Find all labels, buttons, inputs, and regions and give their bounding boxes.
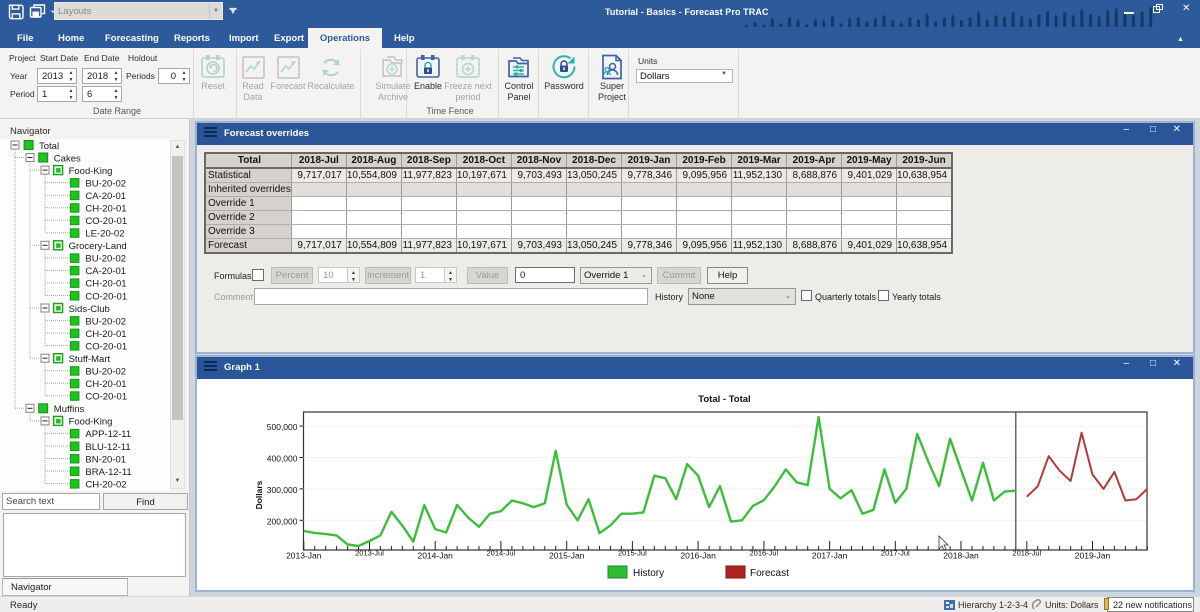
svg-text:500,000: 500,000 [267,422,298,432]
svg-text:2013-Jan: 2013-Jan [286,551,322,561]
svg-text:Forecast: Forecast [750,568,789,579]
svg-text:Food-King: Food-King [69,166,113,177]
svg-text:300,000: 300,000 [267,485,298,495]
svg-text:Dollars: Dollars [254,480,264,509]
svg-text:Total - Total: Total - Total [698,394,750,405]
svg-text:BLU-12-11: BLU-12-11 [85,442,130,453]
svg-text:2015-Jan: 2015-Jan [549,551,585,561]
svg-text:2014-Jan: 2014-Jan [417,551,453,561]
svg-text:2017-Jul: 2017-Jul [881,549,910,558]
svg-text:CO-20-01: CO-20-01 [85,341,127,352]
svg-text:CO-20-01: CO-20-01 [85,291,127,302]
svg-text:Sids-Club: Sids-Club [69,304,110,315]
svg-text:APP-12-11: APP-12-11 [85,429,131,440]
svg-text:Cakes: Cakes [54,153,81,164]
svg-text:400,000: 400,000 [267,454,298,464]
svg-text:2015-Jul: 2015-Jul [618,549,647,558]
svg-text:2016-Jul: 2016-Jul [750,549,779,558]
svg-text:CH-20-01: CH-20-01 [85,379,126,390]
svg-text:BU-20-02: BU-20-02 [85,178,126,189]
svg-text:CO-20-01: CO-20-01 [85,216,127,227]
svg-text:CH-20-01: CH-20-01 [85,329,126,340]
svg-text:CO-20-01: CO-20-01 [85,392,127,403]
svg-text:2016-Jan: 2016-Jan [680,551,716,561]
svg-text:CA-20-01: CA-20-01 [85,266,126,277]
svg-text:Stuff-Mart: Stuff-Mart [69,354,111,365]
svg-text:CA-20-01: CA-20-01 [85,191,126,202]
svg-text:BN-20-01: BN-20-01 [85,454,126,465]
svg-text:BRA-12-11: BRA-12-11 [85,467,131,478]
svg-text:2019-Jan: 2019-Jan [1075,551,1111,561]
svg-text:Total: Total [39,141,59,152]
svg-text:Food-King: Food-King [69,417,113,428]
svg-text:CH-20-02: CH-20-02 [85,479,126,490]
svg-text:BU-20-02: BU-20-02 [85,316,126,327]
svg-text:200,000: 200,000 [267,516,298,526]
svg-text:2013-Jul: 2013-Jul [355,549,384,558]
svg-text:2018-Jul: 2018-Jul [1012,549,1041,558]
svg-text:BU-20-02: BU-20-02 [85,367,126,378]
svg-text:Muffins: Muffins [54,404,85,415]
svg-text:CH-20-01: CH-20-01 [85,204,126,215]
svg-text:2014-Jul: 2014-Jul [487,549,516,558]
svg-text:History: History [633,568,664,579]
svg-text:2018-Jan: 2018-Jan [943,551,979,561]
svg-text:LE-20-02: LE-20-02 [85,229,124,240]
svg-text:BU-20-02: BU-20-02 [85,254,126,265]
svg-text:CH-20-01: CH-20-01 [85,279,126,290]
svg-text:2017-Jan: 2017-Jan [812,551,848,561]
svg-text:Grocery-Land: Grocery-Land [69,241,127,252]
